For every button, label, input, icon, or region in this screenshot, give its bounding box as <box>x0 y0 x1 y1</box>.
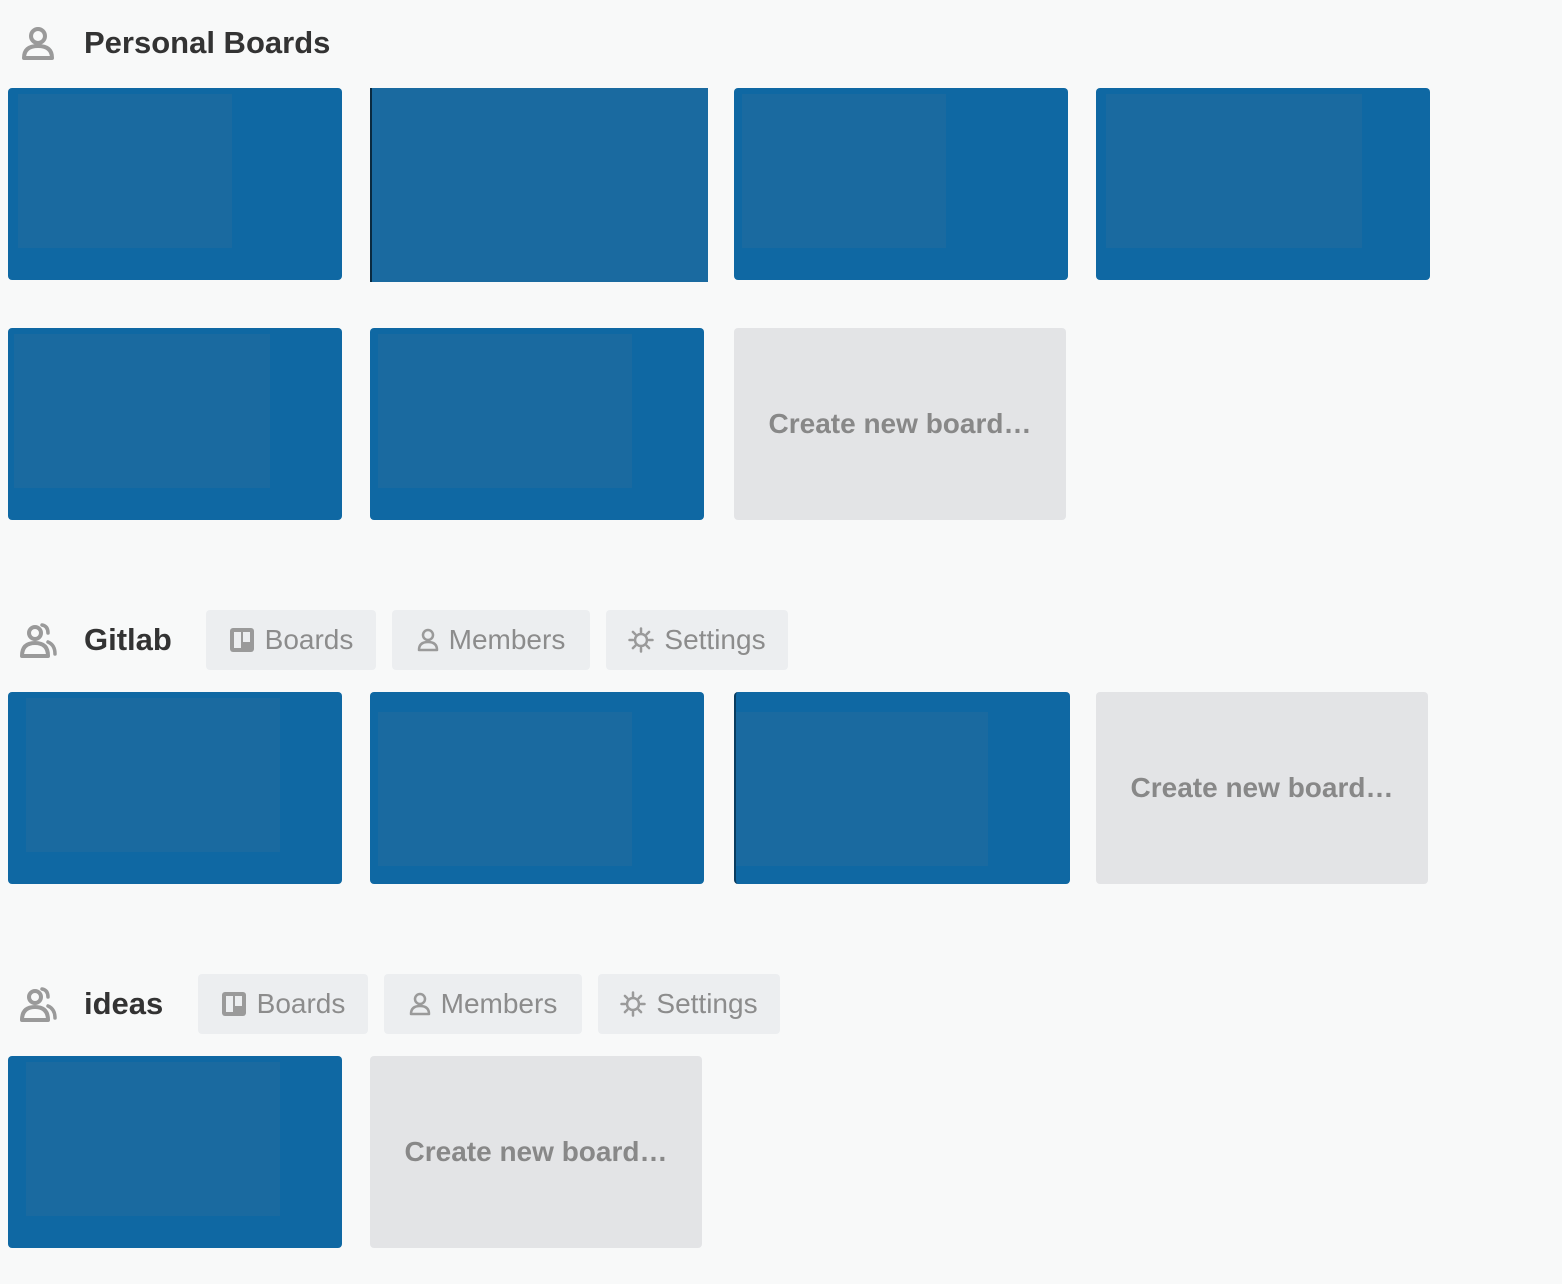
redacted-board-title <box>18 94 232 248</box>
tab-boards[interactable]: Boards <box>206 610 376 670</box>
redacted-board-title <box>26 698 280 852</box>
person-icon <box>18 23 58 63</box>
redacted-board-title <box>14 334 270 488</box>
tab-label: Boards <box>264 624 354 655</box>
section-header-gitlab: Gitlab Boards Members Settings <box>0 610 800 670</box>
board-icon <box>221 992 246 1016</box>
create-board-label: Create new board… <box>768 408 1032 439</box>
tab-settings[interactable]: Settings <box>598 974 780 1034</box>
gear-icon <box>628 627 655 653</box>
redacted-board-title <box>378 712 632 866</box>
section-title: ideas <box>84 986 164 1021</box>
board-tile[interactable] <box>8 1056 342 1248</box>
board-tile[interactable] <box>8 692 342 884</box>
team-icon <box>18 984 58 1024</box>
board-tile[interactable] <box>1096 88 1430 280</box>
tab-label: Members <box>448 624 566 655</box>
board-tile[interactable] <box>370 328 704 520</box>
board-tile[interactable] <box>370 88 708 282</box>
tab-label: Members <box>440 988 558 1019</box>
board-tile[interactable] <box>8 328 342 520</box>
create-board-button[interactable]: Create new board… <box>1096 692 1428 884</box>
board-tile[interactable] <box>734 88 1068 280</box>
tab-members[interactable]: Members <box>384 974 582 1034</box>
tab-label: Boards <box>256 988 346 1019</box>
section-title: Personal Boards <box>84 25 331 60</box>
create-board-button[interactable]: Create new board… <box>734 328 1066 520</box>
board-tile[interactable] <box>734 692 1070 884</box>
tab-label: Settings <box>656 988 758 1019</box>
tab-settings[interactable]: Settings <box>606 610 788 670</box>
gear-icon <box>620 991 647 1017</box>
section-header-ideas: ideas Boards Members Settings <box>0 974 800 1034</box>
create-board-label: Create new board… <box>404 1136 668 1167</box>
tab-boards[interactable]: Boards <box>198 974 368 1034</box>
redacted-board-title <box>736 712 988 866</box>
board-tile[interactable] <box>370 692 704 884</box>
person-icon <box>417 628 438 652</box>
tab-label: Settings <box>664 624 766 655</box>
create-board-button[interactable]: Create new board… <box>370 1056 702 1248</box>
board-tile[interactable] <box>8 88 342 280</box>
board-icon <box>229 628 254 652</box>
create-board-label: Create new board… <box>1130 772 1394 803</box>
redacted-board-title <box>378 334 632 488</box>
tab-members[interactable]: Members <box>392 610 590 670</box>
person-icon <box>409 992 430 1016</box>
redacted-board-title <box>742 94 946 248</box>
team-icon <box>18 620 58 660</box>
section-title: Gitlab <box>84 622 172 657</box>
redacted-board-title <box>1106 94 1362 248</box>
redacted-board-title <box>26 1062 280 1216</box>
